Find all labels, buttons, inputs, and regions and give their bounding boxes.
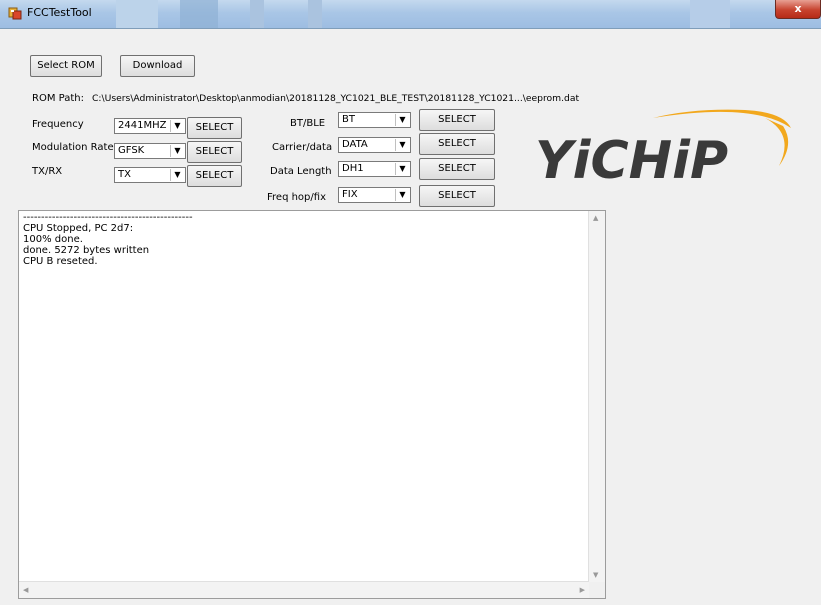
carrier-data-select[interactable]: DATA ▼ xyxy=(338,137,411,153)
bt-ble-select-button[interactable]: SELECT xyxy=(419,109,495,131)
scroll-up-icon[interactable]: ▲ xyxy=(593,214,598,222)
yichip-logo: YiCHiP xyxy=(535,109,791,190)
app-icon xyxy=(8,7,22,20)
data-length-select[interactable]: DH1 ▼ xyxy=(338,161,411,177)
title-bar-blur xyxy=(250,0,264,28)
freq-hop-fix-select[interactable]: FIX ▼ xyxy=(338,187,411,203)
chevron-down-icon[interactable]: ▼ xyxy=(395,139,409,151)
bt-ble-value: BT xyxy=(342,114,355,125)
log-line: CPU Stopped, PC 2d7: xyxy=(23,223,134,234)
vertical-scrollbar[interactable]: ▲ ▼ xyxy=(588,211,605,582)
log-line: done. 5272 bytes written xyxy=(23,245,150,256)
log-line: 100% done. xyxy=(23,234,83,245)
freq-hop-fix-select-button[interactable]: SELECT xyxy=(419,185,495,207)
close-button[interactable]: x xyxy=(775,0,821,19)
frequency-value: 2441MHZ xyxy=(118,120,167,131)
title-bar-blur xyxy=(690,0,730,28)
carrier-data-value: DATA xyxy=(342,139,368,150)
bt-ble-select[interactable]: BT ▼ xyxy=(338,112,411,128)
scroll-left-icon[interactable]: ◀ xyxy=(23,586,28,594)
carrier-data-label: Carrier/data xyxy=(272,142,333,153)
carrier-data-select-button[interactable]: SELECT xyxy=(419,133,495,155)
log-output[interactable]: ----------------------------------------… xyxy=(18,210,606,599)
title-bar-blur xyxy=(180,0,218,28)
title-bar-blur xyxy=(116,0,158,28)
chevron-down-icon[interactable]: ▼ xyxy=(395,114,409,126)
title-bar-blur xyxy=(308,0,322,28)
chevron-down-icon[interactable]: ▼ xyxy=(395,189,409,201)
chevron-down-icon[interactable]: ▼ xyxy=(170,120,184,132)
txrx-label: TX/RX xyxy=(32,166,63,177)
select-rom-button[interactable]: Select ROM xyxy=(30,55,102,77)
freq-hop-fix-label: Freq hop/fix xyxy=(267,192,326,203)
frequency-select[interactable]: 2441MHZ ▼ xyxy=(114,118,186,134)
scroll-right-icon[interactable]: ▶ xyxy=(580,586,585,594)
horizontal-scrollbar[interactable]: ◀ ▶ xyxy=(19,581,589,598)
log-line: CPU B reseted. xyxy=(23,256,98,267)
chevron-down-icon[interactable]: ▼ xyxy=(170,169,184,181)
modulation-rate-select-button[interactable]: SELECT xyxy=(187,141,242,163)
modulation-rate-select[interactable]: GFSK ▼ xyxy=(114,143,186,159)
window-title: FCCTestTool xyxy=(27,6,92,19)
scroll-down-icon[interactable]: ▼ xyxy=(593,571,598,579)
data-length-label: Data Length xyxy=(270,166,332,177)
txrx-value: TX xyxy=(118,169,131,180)
scroll-corner xyxy=(589,582,605,598)
title-bar[interactable]: FCCTestTool x xyxy=(0,0,821,29)
log-separator: ----------------------------------------… xyxy=(23,212,193,223)
modulation-rate-value: GFSK xyxy=(118,145,145,156)
chevron-down-icon[interactable]: ▼ xyxy=(395,163,409,175)
data-length-value: DH1 xyxy=(342,163,364,174)
log-text: ----------------------------------------… xyxy=(23,212,193,267)
rom-path-label: ROM Path: xyxy=(32,93,84,104)
chevron-down-icon[interactable]: ▼ xyxy=(170,145,184,157)
freq-hop-fix-value: FIX xyxy=(342,189,358,200)
data-length-select-button[interactable]: SELECT xyxy=(419,158,495,180)
bt-ble-label: BT/BLE xyxy=(290,118,326,129)
txrx-select-button[interactable]: SELECT xyxy=(187,165,242,187)
rom-path-value: C:\Users\Administrator\Desktop\anmodian\… xyxy=(92,93,580,104)
logo-text: YiCHiP xyxy=(535,131,728,190)
txrx-select[interactable]: TX ▼ xyxy=(114,167,186,183)
download-button[interactable]: Download xyxy=(120,55,195,77)
modulation-rate-label: Modulation Rate xyxy=(32,142,114,153)
frequency-select-button[interactable]: SELECT xyxy=(187,117,242,139)
frequency-label: Frequency xyxy=(32,119,84,130)
